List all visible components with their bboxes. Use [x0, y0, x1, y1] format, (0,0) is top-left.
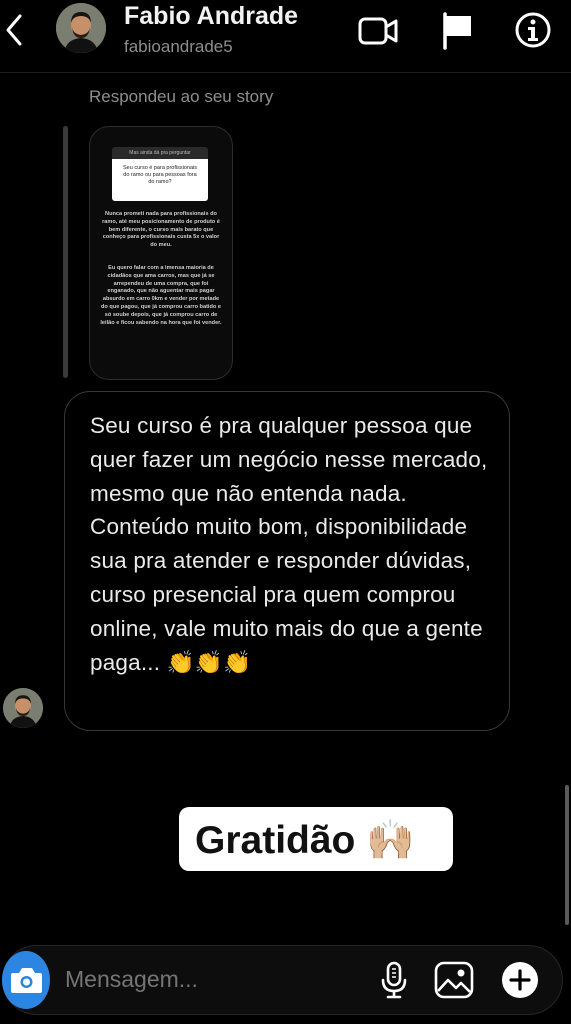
contact-username: fabioandrade5: [124, 37, 233, 56]
gratitude-message[interactable]: Gratidão 🙌🏼: [179, 807, 453, 871]
gratitude-text: Gratidão 🙌🏼: [195, 819, 415, 862]
info-icon[interactable]: [513, 10, 553, 55]
avatar[interactable]: [56, 3, 106, 53]
story-answer-1: Nunca prometi nada para profissionais do…: [102, 211, 220, 249]
gallery-icon[interactable]: [433, 960, 475, 1005]
camera-button[interactable]: [2, 951, 50, 1009]
story-question: Seu curso é para profissionais do ramo o…: [123, 165, 197, 185]
story-question-header: Mas ainda dá pra perguntar: [112, 147, 208, 159]
scrollbar[interactable]: [565, 785, 569, 925]
message-text: Seu curso é pra qualquer pessoa que quer…: [90, 413, 488, 675]
add-icon[interactable]: [499, 959, 541, 1006]
story-reply-label: Respondeu ao seu story: [89, 87, 274, 106]
video-call-icon[interactable]: [358, 10, 400, 55]
reply-indicator-bar: [63, 126, 68, 378]
chat-header: Fabio Andrade fabioandrade5: [0, 0, 571, 73]
message-input[interactable]: [65, 966, 365, 993]
message-composer: [2, 945, 563, 1015]
story-question-card: Seu curso é para profissionais do ramo o…: [112, 159, 208, 201]
camera-icon: [11, 968, 42, 993]
story-answer-2: Eu quero falar com a imensa maioria de c…: [100, 265, 222, 326]
sender-avatar[interactable]: [3, 688, 43, 728]
contact-name[interactable]: Fabio Andrade: [124, 2, 298, 31]
flag-icon[interactable]: [439, 10, 475, 55]
message-bubble[interactable]: Seu curso é pra qualquer pessoa que quer…: [64, 391, 510, 731]
story-thumbnail[interactable]: Mas ainda dá pra perguntar Seu curso é p…: [89, 126, 233, 380]
chevron-left-icon[interactable]: [2, 10, 32, 50]
microphone-icon[interactable]: [379, 960, 409, 1005]
